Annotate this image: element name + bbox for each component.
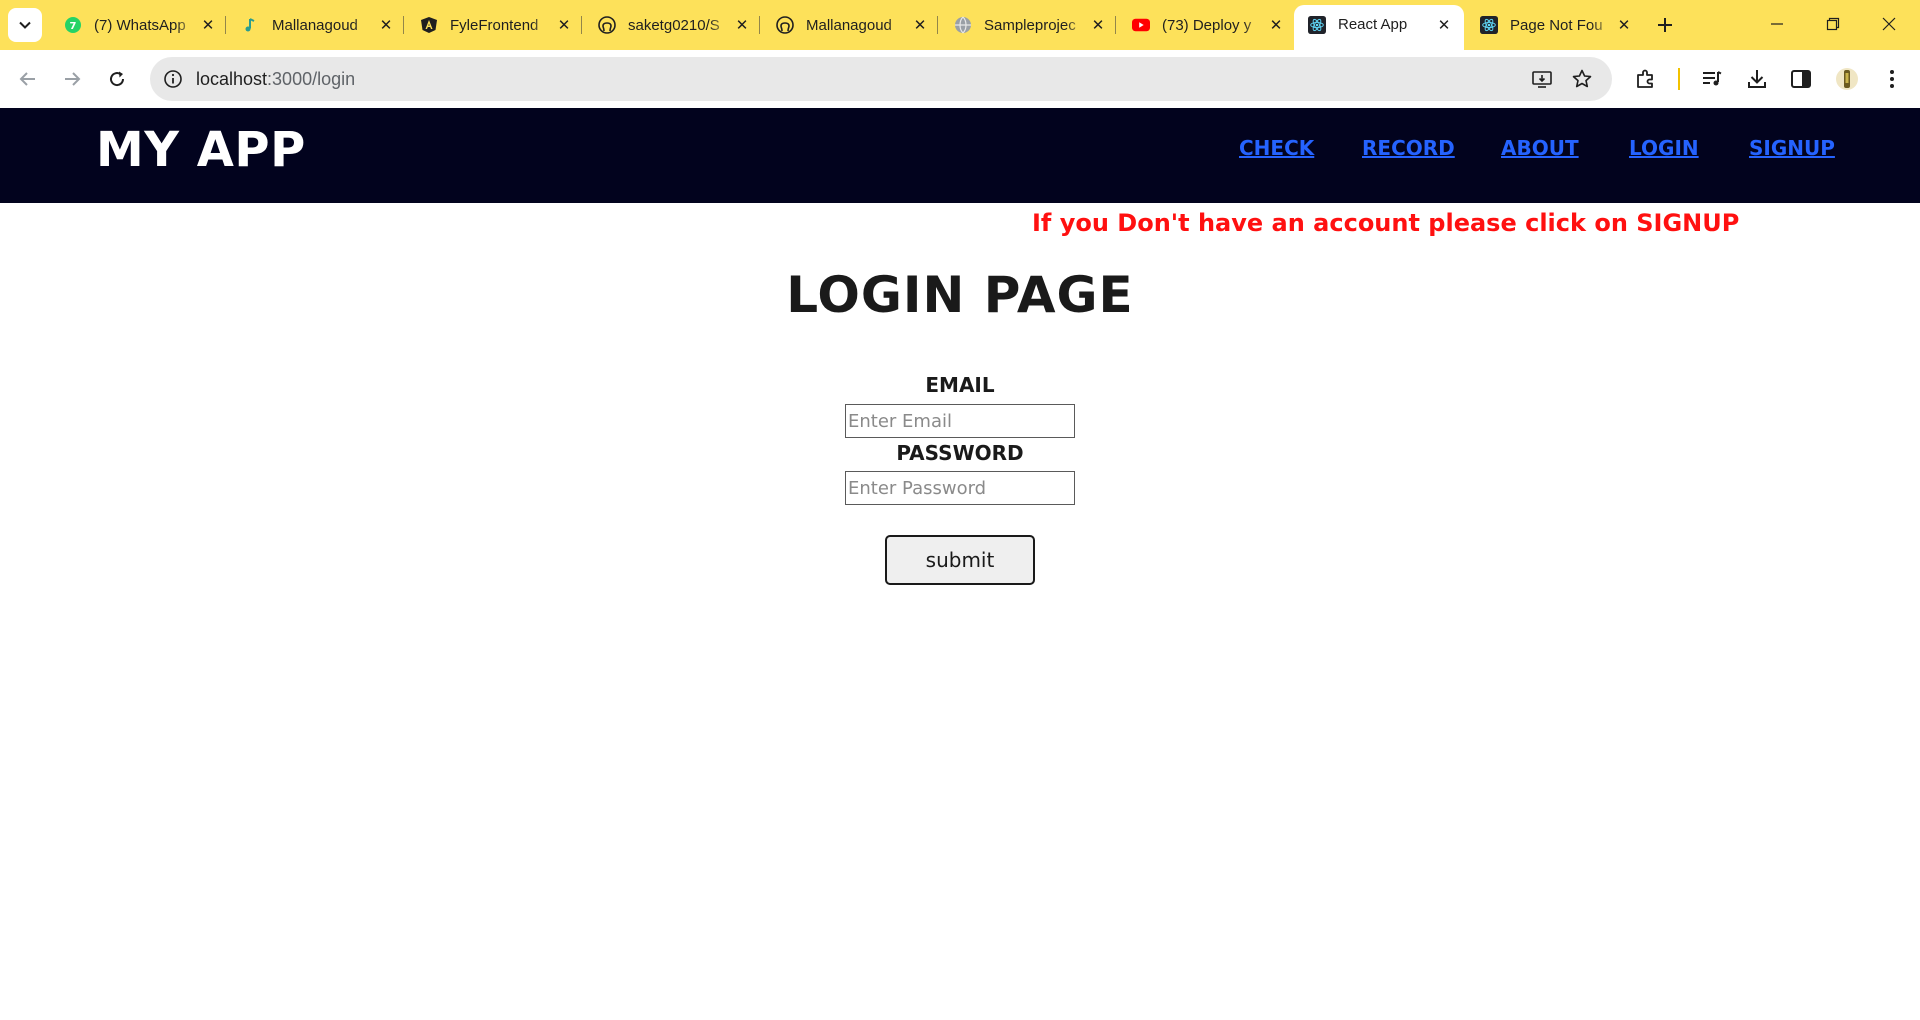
page-title: LOGIN PAGE bbox=[786, 266, 1134, 324]
forward-button[interactable] bbox=[56, 63, 88, 95]
restore-button[interactable] bbox=[1810, 6, 1856, 42]
nav-link-login[interactable]: LOGIN bbox=[1629, 136, 1699, 160]
close-icon[interactable]: ✕ bbox=[1088, 15, 1108, 35]
close-icon[interactable]: ✕ bbox=[554, 15, 574, 35]
whatsapp-icon: 7 bbox=[64, 16, 82, 34]
close-icon[interactable]: ✕ bbox=[1434, 15, 1454, 35]
tab-title: (73) Deploy y bbox=[1162, 16, 1252, 34]
more-menu-icon[interactable] bbox=[1878, 65, 1906, 93]
close-icon[interactable]: ✕ bbox=[732, 15, 752, 35]
signup-notice: If you Don't have an account please clic… bbox=[1032, 209, 1740, 237]
close-icon[interactable]: ✕ bbox=[910, 15, 930, 35]
avatar[interactable] bbox=[1833, 65, 1861, 93]
email-label: EMAIL bbox=[925, 373, 995, 397]
browser-tab[interactable]: 7 (7) WhatsApp ✕ bbox=[50, 8, 228, 42]
browser-tab[interactable]: (73) Deploy y ✕ bbox=[1118, 8, 1296, 42]
nav-link-check[interactable]: CHECK bbox=[1239, 136, 1314, 160]
tab-title: saketg0210/S bbox=[628, 16, 720, 34]
submit-button[interactable]: submit bbox=[885, 535, 1035, 585]
close-window-button[interactable] bbox=[1866, 6, 1912, 42]
arrow-right-icon bbox=[65, 72, 81, 86]
app-navbar: MY APP CHECK RECORD ABOUT LOGIN SIGNUP bbox=[0, 108, 1920, 203]
nav-link-signup[interactable]: SIGNUP bbox=[1749, 136, 1835, 160]
tab-separator bbox=[759, 16, 760, 34]
browser-tab[interactable]: saketg0210/S ✕ bbox=[584, 8, 762, 42]
browser-tab[interactable]: Sampleprojec ✕ bbox=[940, 8, 1118, 42]
browser-tab[interactable]: Page Not Fou ✕ bbox=[1466, 8, 1644, 42]
new-tab-button[interactable] bbox=[1650, 10, 1680, 40]
close-icon[interactable]: ✕ bbox=[1614, 15, 1634, 35]
react-icon bbox=[1480, 16, 1498, 34]
close-icon bbox=[1882, 17, 1896, 31]
close-icon[interactable]: ✕ bbox=[1266, 15, 1286, 35]
browser-tab[interactable]: FyleFrontend ✕ bbox=[406, 8, 584, 42]
password-label: PASSWORD bbox=[896, 441, 1024, 465]
back-button[interactable] bbox=[12, 63, 44, 95]
plus-icon bbox=[1658, 18, 1672, 32]
url-text[interactable]: localhost:3000/login bbox=[196, 69, 355, 90]
browser-tab[interactable]: Mallanagoud ✕ bbox=[228, 8, 406, 42]
browser-tab-active[interactable]: React App ✕ bbox=[1294, 5, 1464, 50]
browser-tab[interactable]: Mallanagoud ✕ bbox=[762, 8, 940, 42]
bookmark-star-icon[interactable] bbox=[1570, 67, 1594, 91]
tab-title: Sampleprojec bbox=[984, 16, 1076, 34]
tab-title: FyleFrontend bbox=[450, 16, 539, 34]
install-app-icon[interactable] bbox=[1530, 67, 1554, 91]
tab-separator bbox=[225, 16, 226, 34]
nav-link-about[interactable]: ABOUT bbox=[1501, 136, 1579, 160]
toolbar-divider bbox=[1678, 68, 1680, 90]
angular-icon bbox=[420, 16, 438, 34]
music-note-icon bbox=[242, 16, 260, 34]
reload-icon bbox=[110, 71, 125, 87]
svg-text:7: 7 bbox=[70, 21, 77, 32]
chevron-down-icon bbox=[19, 21, 31, 29]
close-icon[interactable]: ✕ bbox=[376, 15, 396, 35]
tab-title: (7) WhatsApp bbox=[94, 16, 186, 34]
reload-button[interactable] bbox=[101, 63, 133, 95]
tab-title: Mallanagoud bbox=[806, 16, 892, 34]
minimize-button[interactable] bbox=[1754, 6, 1800, 42]
app-brand[interactable]: MY APP bbox=[96, 122, 306, 178]
youtube-icon bbox=[1132, 16, 1150, 34]
tab-title: React App bbox=[1338, 16, 1408, 33]
restore-icon bbox=[1826, 17, 1840, 31]
tab-search-button[interactable] bbox=[8, 8, 42, 42]
minimize-icon bbox=[1771, 23, 1783, 25]
extensions-puzzle-icon[interactable] bbox=[1632, 65, 1660, 93]
password-field[interactable] bbox=[845, 471, 1075, 505]
tab-separator bbox=[581, 16, 582, 34]
email-field[interactable] bbox=[845, 404, 1075, 438]
close-icon[interactable]: ✕ bbox=[198, 15, 218, 35]
side-panel-icon[interactable] bbox=[1787, 65, 1815, 93]
media-control-icon[interactable] bbox=[1698, 65, 1726, 93]
tab-title: Page Not Fou bbox=[1510, 16, 1603, 34]
arrow-left-icon bbox=[19, 72, 35, 86]
browser-toolbar: localhost:3000/login bbox=[0, 50, 1920, 108]
github-icon bbox=[776, 16, 794, 34]
page-viewport: MY APP CHECK RECORD ABOUT LOGIN SIGNUP I… bbox=[0, 108, 1920, 1020]
nav-link-record[interactable]: RECORD bbox=[1362, 136, 1455, 160]
url-host: localhost bbox=[196, 69, 268, 89]
tab-separator bbox=[1115, 16, 1116, 34]
download-icon[interactable] bbox=[1743, 65, 1771, 93]
globe-icon bbox=[954, 16, 972, 34]
browser-tab-strip: 7 (7) WhatsApp ✕ Mallanagoud ✕ FyleFront… bbox=[0, 0, 1920, 50]
url-path: :3000/login bbox=[267, 69, 356, 89]
site-info-icon[interactable] bbox=[162, 68, 184, 90]
tab-separator bbox=[937, 16, 938, 34]
tab-separator bbox=[403, 16, 404, 34]
github-icon bbox=[598, 16, 616, 34]
tab-title: Mallanagoud bbox=[272, 16, 358, 34]
react-icon bbox=[1308, 15, 1326, 34]
address-bar[interactable]: localhost:3000/login bbox=[150, 57, 1612, 101]
